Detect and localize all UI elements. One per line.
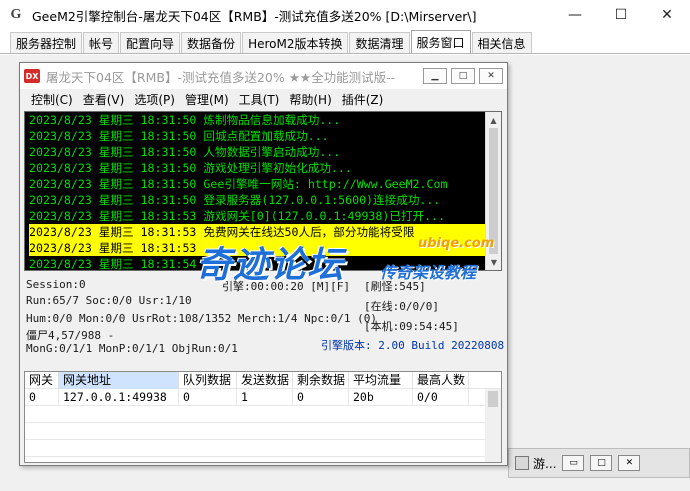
table-cell: 20b <box>349 389 413 406</box>
console-titlebar: DX 屠龙天下04区【RMB】-测试充值多送20% ★★全功能测试版-- ▁ □… <box>20 63 507 89</box>
tab-account[interactable]: 帐号 <box>83 32 120 53</box>
minimize-button[interactable]: — <box>552 0 598 30</box>
tab-herom2-convert[interactable]: HeroM2版本转换 <box>242 32 349 53</box>
table-row-empty <box>25 440 501 457</box>
table-cell: 0 <box>293 389 349 406</box>
log-line: 2023/8/23 星期三 18:31:50 炼制物品信息加载成功... <box>29 113 341 127</box>
table-row[interactable]: 0 127.0.0.1:49938 0 1 0 20b 0/0 <box>25 389 501 406</box>
column-header[interactable]: 队列数据 <box>179 372 237 389</box>
app-title: GeeM2引擎控制台-屠龙天下04区【RMB】-测试充值多送20% [D:\Mi… <box>32 8 477 24</box>
log-line: 2023/8/23 星期三 18:31:50 回城点配置加载成功... <box>29 129 329 143</box>
local-time: [本机:09:54:45] <box>364 320 459 333</box>
mong-stats: MonG:0/1/1 MonP:0/1/1 ObjRun:0/1 <box>26 342 238 355</box>
console-window-controls: ▁ □ ✕ <box>419 68 503 84</box>
column-header[interactable]: 网关地址 <box>59 372 179 389</box>
table-cell: 127.0.0.1:49938 <box>59 389 179 406</box>
engine-version: 引擎版本: 2.00 Build 20220808 <box>321 339 505 352</box>
table-cell: 1 <box>237 389 293 406</box>
corpse-stats: 僵尸4,57/988 - <box>26 329 115 342</box>
main-tabbar: 服务器控制 帐号 配置向导 数据备份 HeroM2版本转换 数据清理 服务窗口 … <box>0 30 690 54</box>
run-stats: Run:65/7 Soc:0/0 Usr:1/10 <box>26 294 192 307</box>
minimized-child-window[interactable]: 游... ▭ □ ✕ <box>508 448 690 478</box>
column-header[interactable]: 最高人数 <box>413 372 469 389</box>
minimize-icon[interactable]: ▁ <box>423 68 447 84</box>
tab-related-info[interactable]: 相关信息 <box>471 32 532 53</box>
log-line: 2023/8/23 星期三 18:31:53 游戏网关[0](127.0.0.1… <box>29 209 446 223</box>
console-menubar: 控制(C) 查看(V) 选项(P) 管理(M) 工具(T) 帮助(H) 插件(Z… <box>20 89 507 109</box>
watermark-sub: 传奇架设教程 <box>380 263 477 282</box>
table-cell: 0/0 <box>413 389 469 406</box>
hum-stats: Hum:0/0 Mon:0/0 UsrRot:108/1352 Merch:1/… <box>26 312 377 325</box>
window-icon <box>515 456 529 470</box>
scroll-up-icon[interactable]: ▲ <box>486 112 501 128</box>
close-icon[interactable]: ✕ <box>618 455 641 471</box>
table-cell: 0 <box>25 389 59 406</box>
menu-manage[interactable]: 管理(M) <box>180 91 234 108</box>
watermark-url: ubiqe.com <box>418 236 495 251</box>
tab-server-control[interactable]: 服务器控制 <box>10 32 83 53</box>
minimized-window-title: 游... <box>533 456 557 471</box>
table-row-empty <box>25 423 501 440</box>
log-line: 2023/8/23 星期三 18:31:50 登录服务器(127.0.0.1:5… <box>29 193 441 207</box>
close-icon[interactable]: ✕ <box>479 68 503 84</box>
tab-service-window[interactable]: 服务窗口 <box>410 30 471 53</box>
maximize-button[interactable]: ☐ <box>598 0 644 30</box>
gateway-table[interactable]: 网关 网关地址 队列数据 发送数据 剩余数据 平均流量 最高人数 0 127.0… <box>24 371 502 463</box>
menu-tools[interactable]: 工具(T) <box>234 91 285 108</box>
close-button[interactable]: ✕ <box>644 0 690 30</box>
tab-data-cleanup[interactable]: 数据清理 <box>349 32 410 53</box>
maximize-icon[interactable]: □ <box>451 68 475 84</box>
menu-options[interactable]: 选项(P) <box>129 91 180 108</box>
app-logo-icon: G <box>10 7 22 22</box>
session-count: Session:0 <box>26 278 86 291</box>
watermark: 奇迹论坛 ubiqe.com 传奇架设教程 <box>196 232 495 286</box>
log-line: 2023/8/23 星期三 18:31:50 游戏处理引擎初始化成功... <box>29 161 352 175</box>
menu-plugins[interactable]: 插件(Z) <box>337 91 389 108</box>
restore-icon[interactable]: ▭ <box>562 455 585 471</box>
column-header[interactable]: 网关 <box>25 372 59 389</box>
log-line: 2023/8/23 星期三 18:31:50 人物数据引擎启动成功... <box>29 145 341 159</box>
watermark-main: 奇迹论坛 <box>196 245 345 286</box>
column-header[interactable]: 平均流量 <box>349 372 413 389</box>
menu-control[interactable]: 控制(C) <box>26 91 78 108</box>
tab-data-backup[interactable]: 数据备份 <box>181 32 242 53</box>
status-panel: Session:0 引擎:00:00:20 [M][F] [刷怪:545] Ru… <box>20 275 509 367</box>
table-row-empty <box>25 406 501 423</box>
console-title: 屠龙天下04区【RMB】-测试充值多送20% ★★全功能测试版-- <box>46 69 396 85</box>
table-header: 网关 网关地址 队列数据 发送数据 剩余数据 平均流量 最高人数 <box>25 372 501 389</box>
scroll-thumb[interactable] <box>488 391 498 407</box>
window-controls: — ☐ ✕ <box>552 0 690 30</box>
column-header[interactable]: 发送数据 <box>237 372 293 389</box>
table-scrollbar[interactable] <box>485 389 501 462</box>
maximize-icon[interactable]: □ <box>590 455 613 471</box>
menu-help[interactable]: 帮助(H) <box>284 91 336 108</box>
log-line: 2023/8/23 星期三 18:31:50 Gee引擎唯一网站: http:/… <box>29 177 448 191</box>
table-cell: 0 <box>179 389 237 406</box>
menu-view[interactable]: 查看(V) <box>78 91 130 108</box>
tab-config-wizard[interactable]: 配置向导 <box>120 32 181 53</box>
column-header[interactable]: 剩余数据 <box>293 372 349 389</box>
app-titlebar: G GeeM2引擎控制台-屠龙天下04区【RMB】-测试充值多送20% [D:\… <box>0 0 690 30</box>
console-app-icon: DX <box>24 69 40 83</box>
